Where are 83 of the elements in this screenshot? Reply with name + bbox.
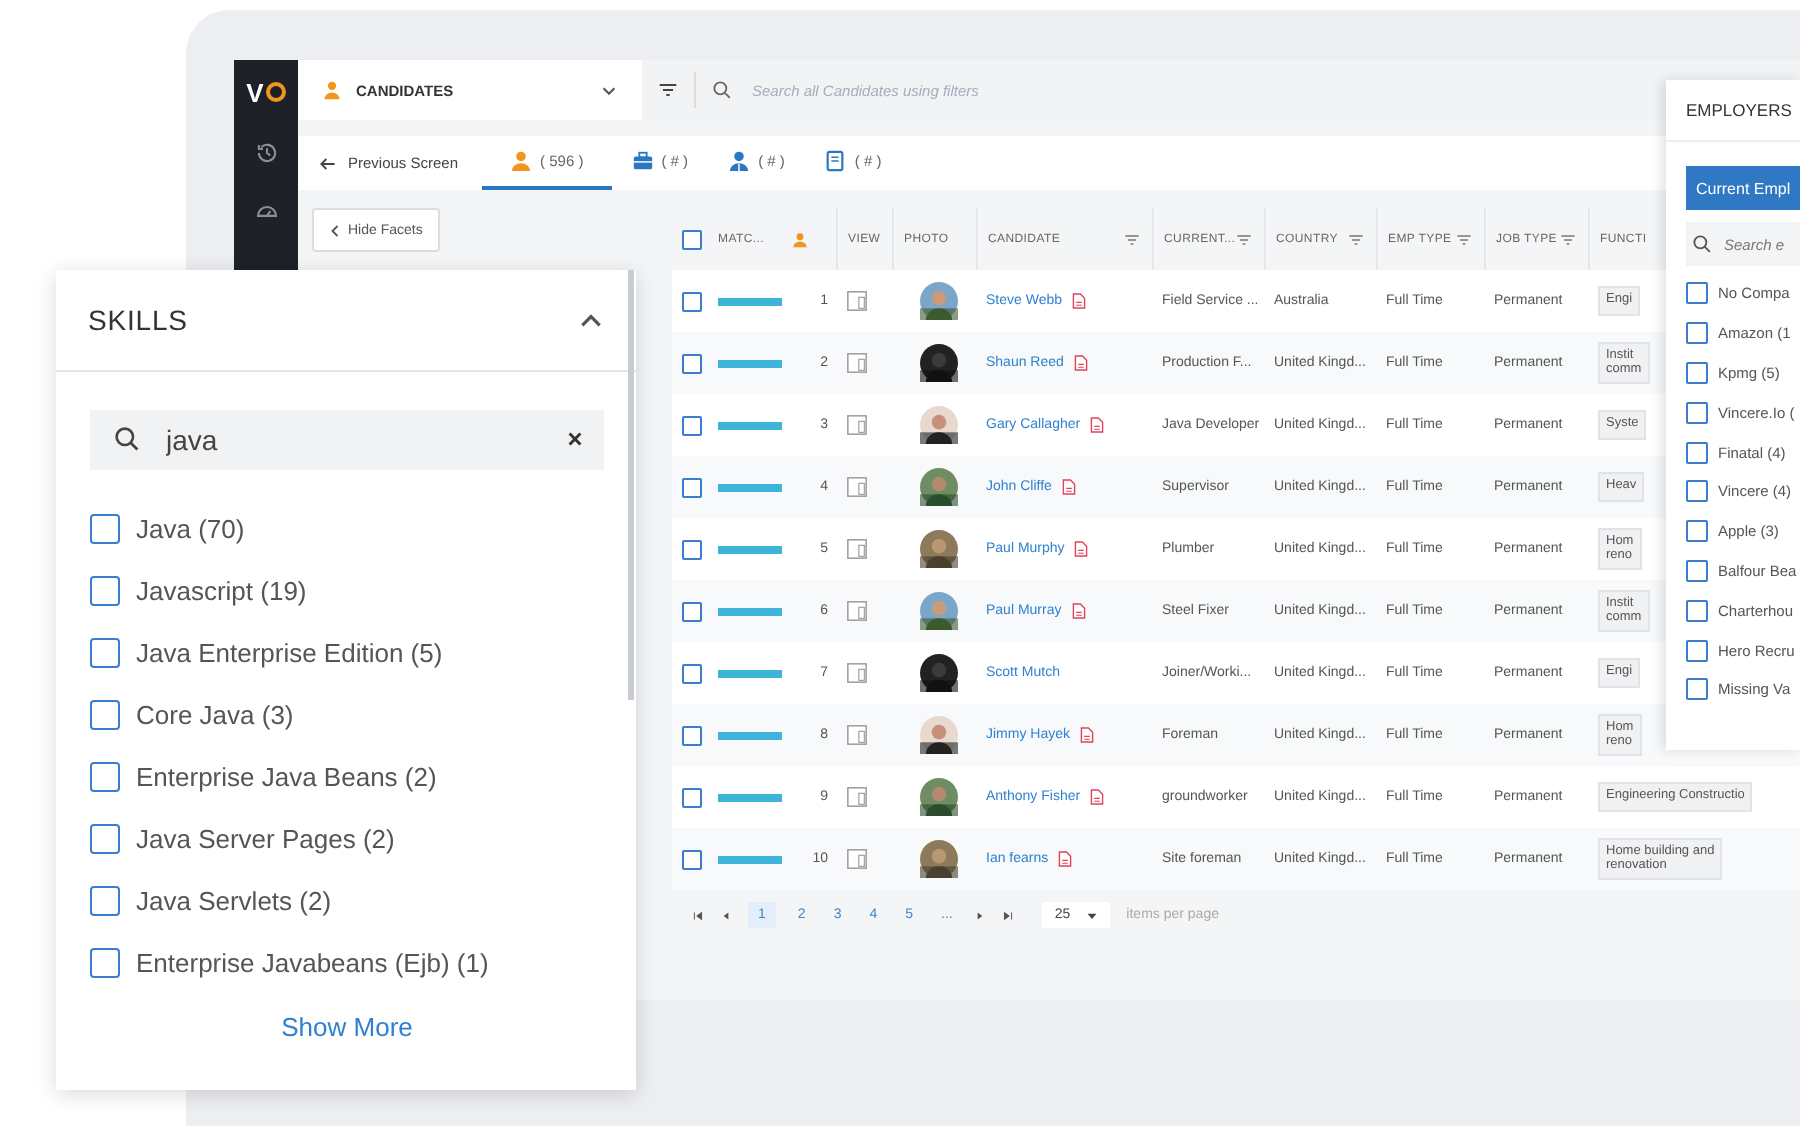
document-icon[interactable]: [1058, 850, 1073, 868]
skill-checkbox[interactable]: [90, 700, 120, 730]
row-checkbox[interactable]: [682, 291, 702, 311]
person-icon: [792, 231, 808, 247]
clear-icon[interactable]: [566, 430, 584, 448]
preview-icon[interactable]: [846, 290, 868, 312]
document-icon[interactable]: [1074, 540, 1089, 558]
skill-label: Java Enterprise Edition (5): [136, 638, 443, 668]
skill-checkbox[interactable]: [90, 576, 120, 606]
preview-icon[interactable]: [846, 724, 868, 746]
row-checkbox[interactable]: [682, 415, 702, 435]
employer-checkbox[interactable]: [1686, 480, 1708, 503]
document-icon[interactable]: [1073, 354, 1088, 372]
last-page-icon[interactable]: [1002, 909, 1015, 921]
preview-icon[interactable]: [846, 538, 868, 560]
next-page-icon[interactable]: [974, 909, 987, 921]
skill-search-field[interactable]: java: [90, 410, 604, 470]
employer-checkbox[interactable]: [1686, 599, 1708, 622]
document-icon[interactable]: [1061, 478, 1076, 496]
skill-checkbox[interactable]: [90, 762, 120, 792]
row-checkbox[interactable]: [682, 849, 702, 869]
preview-icon[interactable]: [846, 476, 868, 498]
skill-checkbox[interactable]: [90, 886, 120, 916]
employer-checkbox[interactable]: [1686, 639, 1708, 662]
skill-label: Enterprise Java Beans (2): [136, 762, 437, 792]
row-checkbox[interactable]: [682, 663, 702, 683]
show-more-link[interactable]: Show More: [281, 1012, 413, 1042]
employer-checkbox[interactable]: [1686, 322, 1708, 345]
employer-checkbox[interactable]: [1686, 559, 1708, 582]
skill-checkbox[interactable]: [90, 638, 120, 668]
logo-ring-icon: [265, 82, 286, 102]
search-icon: [114, 426, 140, 452]
skill-checkbox[interactable]: [90, 824, 120, 854]
briefcase-icon: [631, 150, 654, 172]
current-employer-button[interactable]: Current Empl: [1686, 166, 1800, 210]
previous-page-icon[interactable]: [720, 909, 732, 921]
skill-label: Core Java (3): [136, 700, 294, 730]
history-icon[interactable]: [253, 140, 279, 166]
caret-icon: [1086, 909, 1099, 921]
document-icon[interactable]: [1080, 726, 1095, 744]
skill-checkbox[interactable]: [90, 514, 120, 544]
skill-label: Java Servlets (2): [136, 886, 332, 916]
employer-checkbox[interactable]: [1686, 361, 1708, 384]
preview-icon[interactable]: [846, 786, 868, 808]
document-icon[interactable]: [1072, 292, 1087, 310]
row-checkbox[interactable]: [682, 601, 702, 621]
person-icon: [510, 150, 533, 172]
skill-label: Java (70): [136, 514, 245, 544]
employer-checkbox[interactable]: [1686, 401, 1708, 424]
search-icon: [712, 80, 732, 100]
search-icon: [1692, 234, 1712, 254]
panel-title: EMPLOYERS: [1666, 80, 1800, 142]
employer-checkbox[interactable]: [1686, 282, 1708, 305]
skill-checkbox[interactable]: [90, 948, 120, 978]
preview-icon[interactable]: [846, 414, 868, 436]
preview-icon[interactable]: [846, 662, 868, 684]
row-checkbox[interactable]: [682, 725, 702, 745]
preview-icon[interactable]: [846, 848, 868, 870]
skill-label: Java Server Pages (2): [136, 824, 395, 854]
logo: V: [246, 77, 264, 107]
employer-checkbox[interactable]: [1686, 678, 1708, 701]
document-icon: [824, 150, 847, 172]
first-page-icon[interactable]: [692, 909, 704, 921]
chevron-left-icon: [330, 223, 340, 237]
select-all-checkbox[interactable]: [682, 229, 702, 249]
preview-icon[interactable]: [846, 600, 868, 622]
row-checkbox[interactable]: [682, 477, 702, 497]
contact-person-icon: [728, 150, 751, 172]
skill-label: Javascript (19): [136, 576, 307, 606]
row-checkbox[interactable]: [682, 539, 702, 559]
row-checkbox[interactable]: [682, 353, 702, 373]
document-icon[interactable]: [1090, 788, 1105, 806]
panel-title: SKILLS: [88, 304, 188, 336]
back-arrow-icon: [318, 153, 338, 173]
employer-checkbox[interactable]: [1686, 441, 1708, 464]
document-icon[interactable]: [1071, 602, 1086, 620]
document-icon[interactable]: [1090, 416, 1105, 434]
preview-icon[interactable]: [846, 352, 868, 374]
employer-checkbox[interactable]: [1686, 520, 1708, 543]
person-icon: [322, 80, 342, 100]
row-checkbox[interactable]: [682, 787, 702, 807]
filter-icon[interactable]: [658, 80, 678, 100]
skill-label: Enterprise Javabeans (Ejb) (1): [136, 948, 489, 978]
